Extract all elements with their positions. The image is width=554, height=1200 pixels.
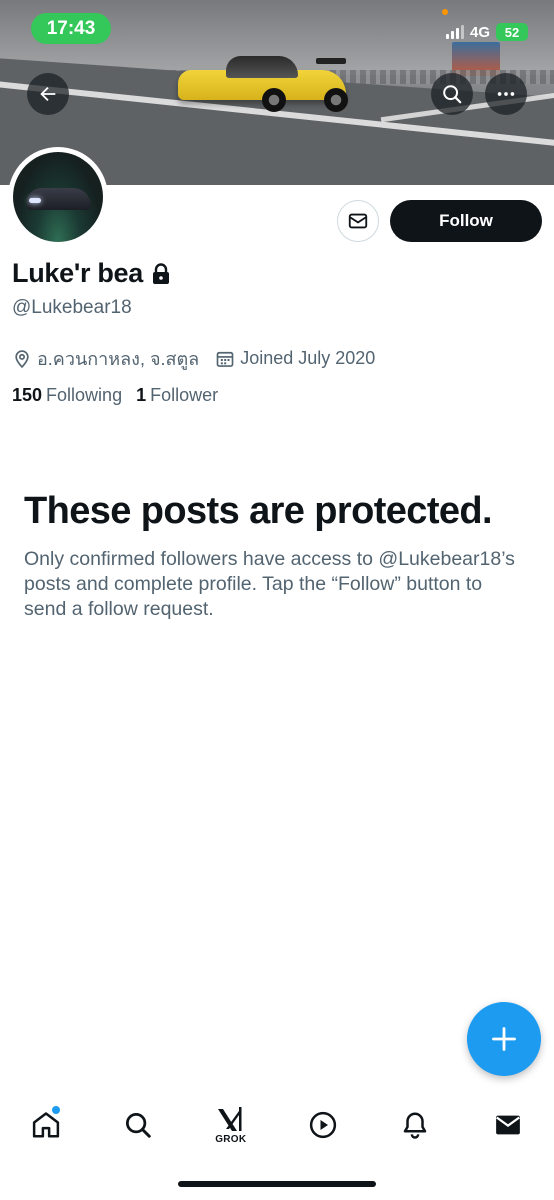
- compose-post-button[interactable]: [467, 1002, 541, 1076]
- nav-grok[interactable]: GROK: [201, 1095, 261, 1155]
- grok-label: GROK: [215, 1134, 247, 1145]
- follow-counts: 150 Following 1 Follower: [12, 385, 218, 406]
- envelope-icon: [348, 213, 368, 229]
- privacy-indicator-dot: [442, 9, 448, 15]
- calendar-icon: [216, 351, 234, 367]
- following-label: Following: [46, 385, 123, 405]
- location-pin-icon: [15, 349, 29, 368]
- search-button[interactable]: [431, 73, 473, 115]
- battery-level: 52: [504, 24, 520, 40]
- search-icon: [443, 85, 462, 104]
- back-button[interactable]: [27, 73, 69, 115]
- protected-title: These posts are protected.: [24, 490, 493, 532]
- banner-car-image: [178, 52, 348, 112]
- name-row: Luke'r bea: [12, 258, 171, 289]
- followers-link[interactable]: 1 Follower: [136, 385, 218, 406]
- status-indicators: 4G 52: [445, 22, 528, 42]
- following-link[interactable]: 150 Following: [12, 385, 122, 406]
- nav-search[interactable]: [108, 1095, 168, 1155]
- search-icon: [126, 1113, 152, 1138]
- profile-screen: 17:43 4G 52 Follow Luke'r bea @Lukebear1…: [0, 0, 554, 1200]
- home-indicator[interactable]: [178, 1181, 376, 1187]
- followers-count: 1: [136, 385, 147, 405]
- join-date: Joined July 2020: [215, 348, 375, 369]
- display-name: Luke'r bea: [12, 258, 143, 288]
- arrow-left-icon: [40, 86, 56, 102]
- network-type: 4G: [469, 23, 490, 41]
- lock-icon: [152, 262, 169, 284]
- battery-icon: 52: [496, 23, 528, 41]
- bottom-navigation: GROK: [0, 1090, 554, 1160]
- play-circle-icon: [310, 1111, 337, 1139]
- more-horizontal-icon: [497, 92, 515, 96]
- location: อ.ควนกาหลง, จ.สตูล: [12, 344, 199, 373]
- plus-icon: [492, 1027, 516, 1051]
- follow-button[interactable]: Follow: [390, 200, 542, 242]
- nav-video[interactable]: [293, 1095, 353, 1155]
- followers-label: Follower: [150, 385, 219, 405]
- bell-icon: [404, 1112, 427, 1139]
- following-count: 150: [12, 385, 43, 405]
- user-handle: @Lukebear18: [12, 297, 132, 318]
- nav-messages[interactable]: [478, 1095, 538, 1155]
- nav-home[interactable]: [16, 1095, 76, 1155]
- grok-icon: [217, 1107, 242, 1131]
- nav-notifications[interactable]: [385, 1095, 445, 1155]
- avatar-image: [13, 152, 103, 242]
- grok-logo: GROK: [215, 1105, 247, 1145]
- home-icon: [33, 1112, 60, 1138]
- profile-meta: อ.ควนกาหลง, จ.สตูล Joined July 2020: [12, 344, 391, 373]
- location-text: อ.ควนกาหลง, จ.สตูล: [37, 349, 200, 369]
- cellular-signal-icon: [445, 25, 464, 39]
- message-button[interactable]: [337, 200, 379, 242]
- join-date-text: Joined July 2020: [240, 348, 376, 368]
- envelope-icon: [495, 1115, 520, 1135]
- status-time: 17:43: [31, 13, 111, 44]
- protected-description: Only confirmed followers have access to …: [24, 548, 515, 620]
- avatar[interactable]: [8, 147, 108, 247]
- more-options-button[interactable]: [485, 73, 527, 115]
